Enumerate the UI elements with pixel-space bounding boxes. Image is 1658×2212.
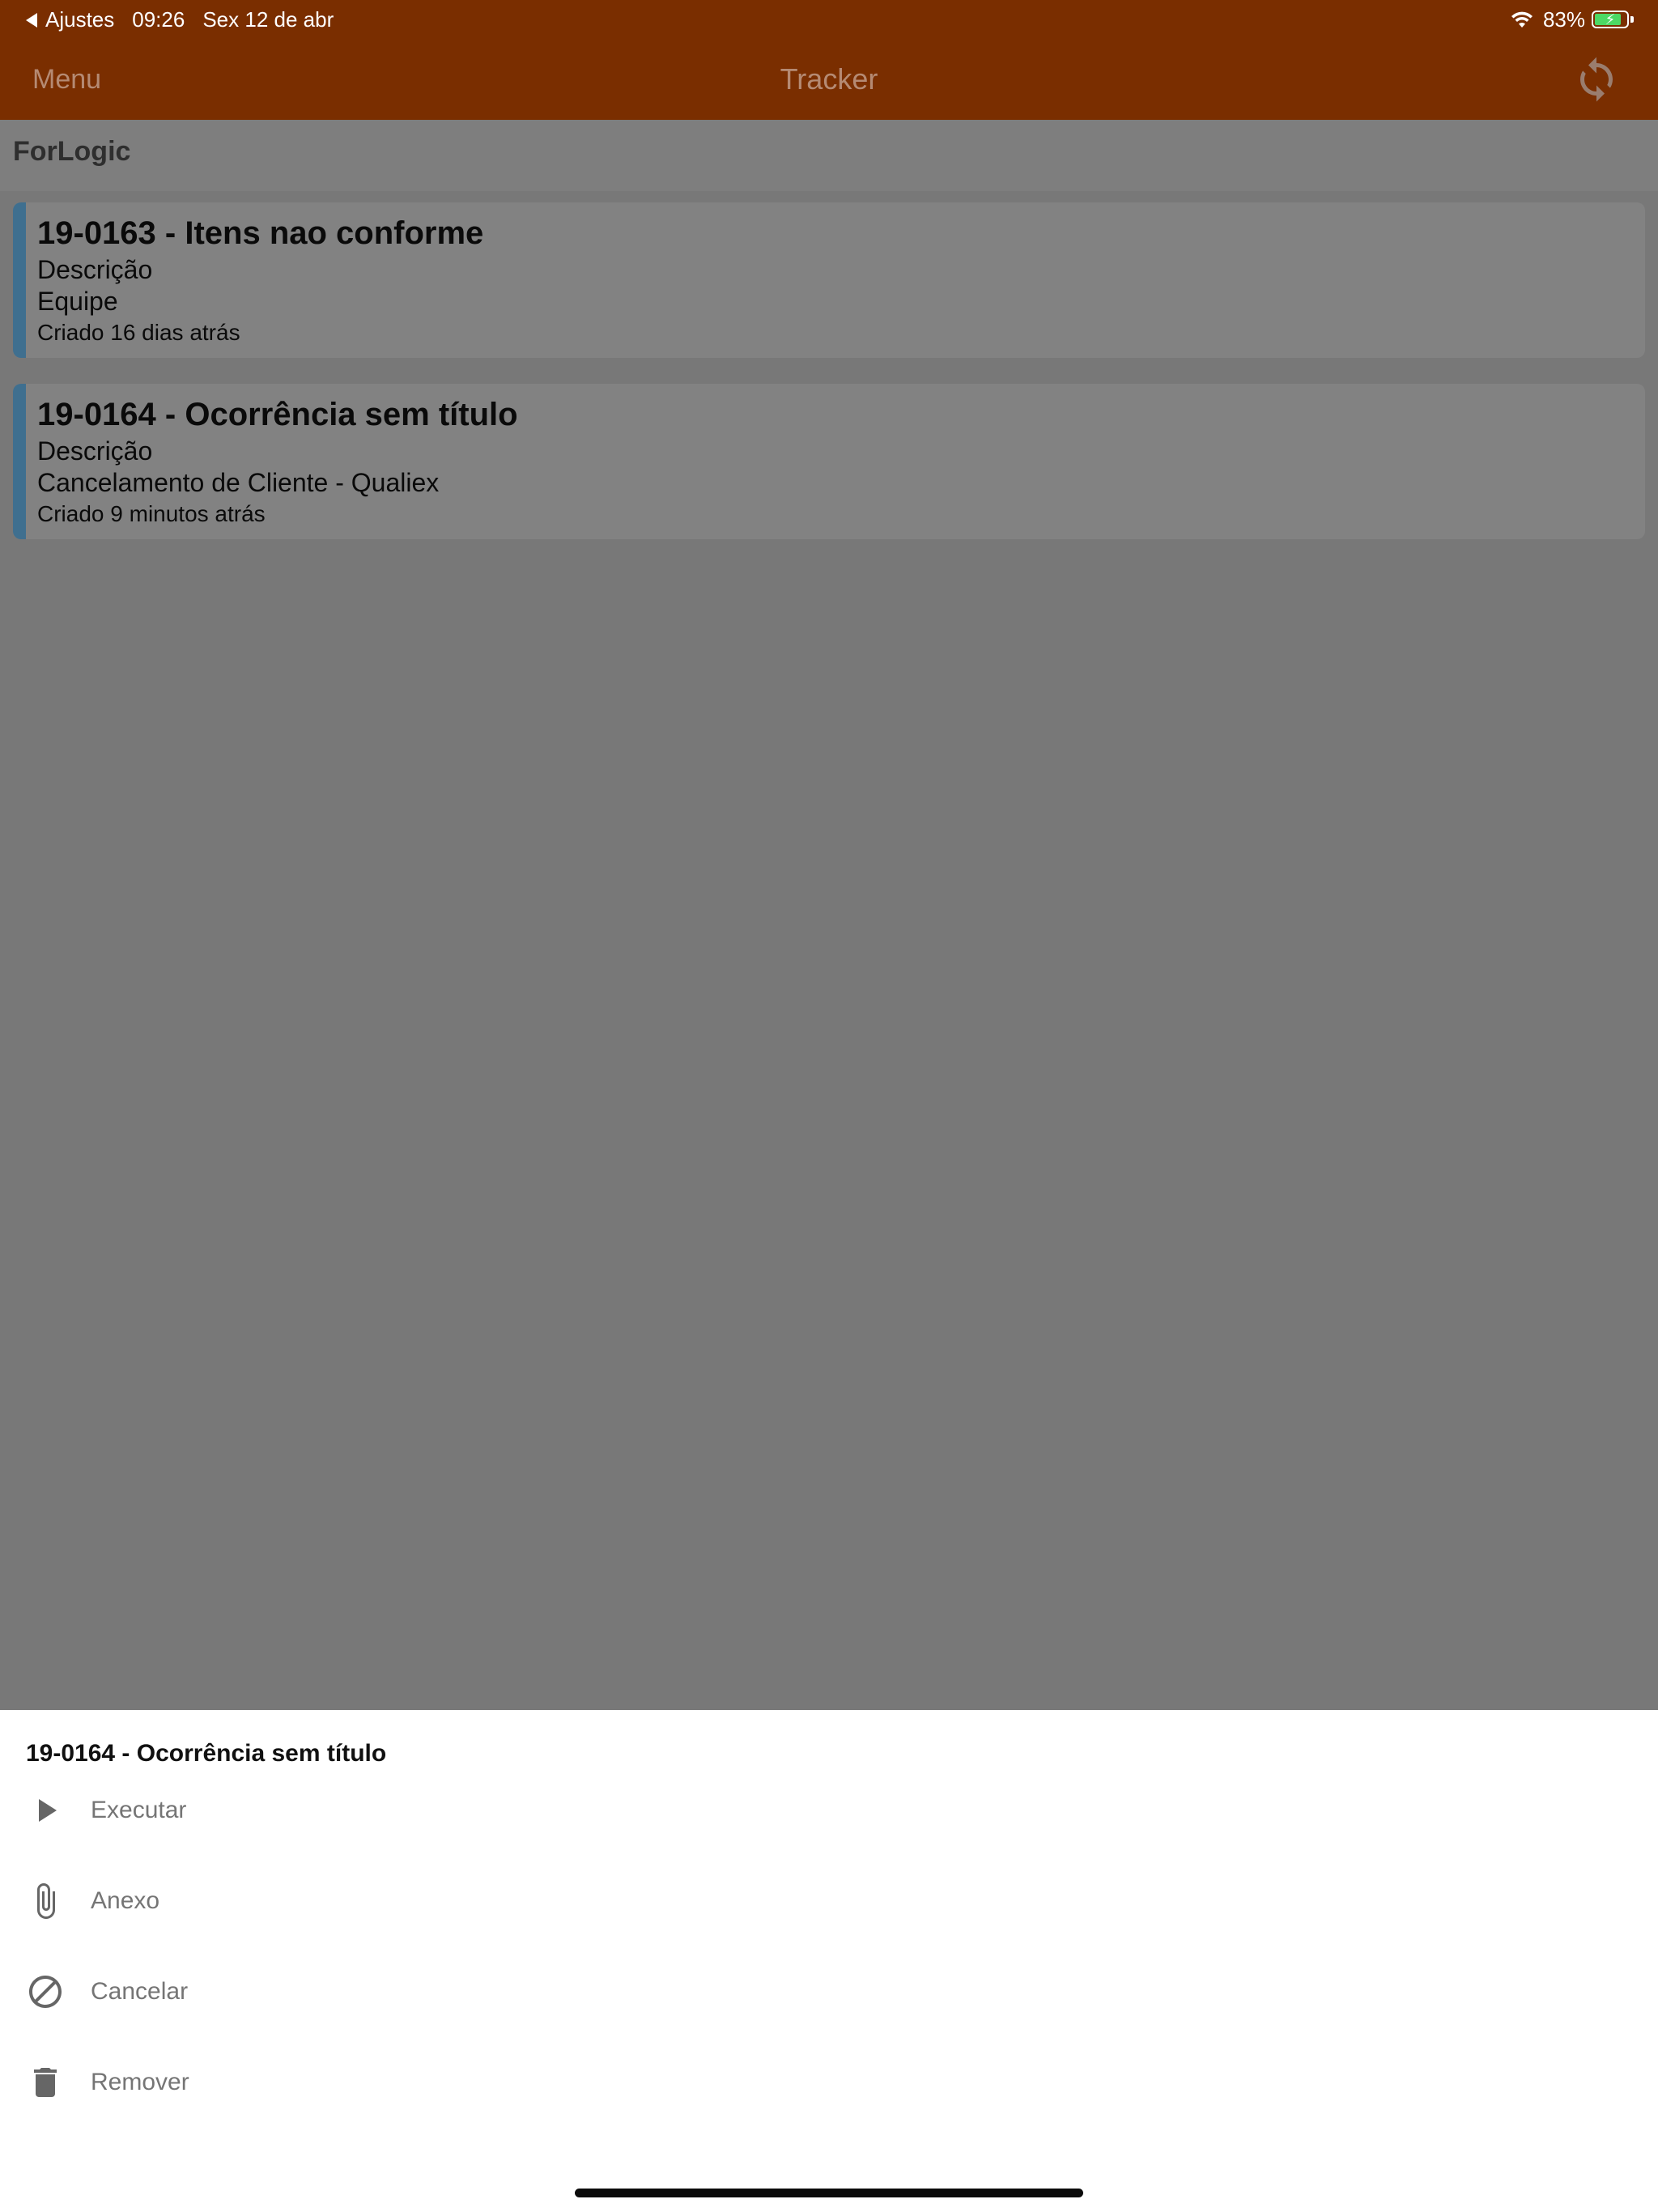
occurrence-card[interactable]: 19-0163 - Itens nao conforme Descrição E… [13, 202, 1645, 358]
card-team: Equipe [37, 287, 118, 316]
status-date: Sex 12 de abr [202, 7, 334, 32]
status-bar-right: 83% ⚡ [1509, 6, 1634, 32]
group-name: ForLogic [13, 136, 131, 167]
status-time: 09:26 [132, 7, 185, 32]
battery-cap [1630, 16, 1634, 23]
home-indicator[interactable] [575, 2189, 1083, 2197]
page-title: Tracker [780, 62, 878, 96]
status-bar-left: Ajustes 09:26 Sex 12 de abr [26, 6, 334, 32]
card-description: Descrição [37, 436, 153, 466]
card-title: 19-0164 - Ocorrência sem título [37, 397, 518, 432]
cancel-action[interactable]: Cancelar [0, 1946, 1658, 2037]
card-accent-bar [13, 384, 26, 539]
remove-action-label: Remover [91, 2069, 189, 2095]
card-content: 19-0163 - Itens nao conforme Descrição E… [37, 212, 483, 348]
attachment-action-label: Anexo [91, 1887, 160, 1914]
card-accent-bar [13, 202, 26, 358]
battery-charging-icon: ⚡ [1592, 11, 1629, 28]
cancel-icon [29, 1976, 62, 2008]
paperclip-icon [37, 1883, 55, 1919]
back-arrow-icon[interactable] [26, 12, 37, 28]
group-header: ForLogic [0, 120, 1658, 191]
card-created: Criado 16 dias atrás [37, 320, 240, 345]
execute-action[interactable]: Executar [0, 1765, 1658, 1856]
battery-percent: 83% [1542, 7, 1585, 32]
wifi-icon [1511, 11, 1533, 28]
card-description: Descrição [37, 255, 153, 284]
remove-action[interactable]: Remover [0, 2037, 1658, 2128]
back-app-label[interactable]: Ajustes [45, 7, 114, 32]
card-created: Criado 9 minutos atrás [37, 501, 266, 526]
occurrence-card[interactable]: 19-0164 - Ocorrência sem título Descriçã… [13, 384, 1645, 539]
card-team: Cancelamento de Cliente - Qualiex [37, 468, 440, 497]
top-bar: Ajustes 09:26 Sex 12 de abr 83% ⚡ Menu Tra… [0, 0, 1658, 120]
play-icon [39, 1799, 57, 1822]
charging-bolt-icon: ⚡ [1605, 11, 1616, 28]
execute-action-label: Executar [91, 1797, 187, 1823]
cancel-action-label: Cancelar [91, 1978, 189, 2005]
refresh-icon[interactable] [1572, 55, 1621, 104]
action-sheet: 19-0164 - Ocorrência sem título Executar… [0, 1710, 1658, 2212]
trash-icon [34, 2068, 57, 2097]
card-title: 19-0163 - Itens nao conforme [37, 215, 484, 251]
card-content: 19-0164 - Ocorrência sem título Descriçã… [37, 393, 518, 530]
attachment-action[interactable]: Anexo [0, 1856, 1658, 1946]
